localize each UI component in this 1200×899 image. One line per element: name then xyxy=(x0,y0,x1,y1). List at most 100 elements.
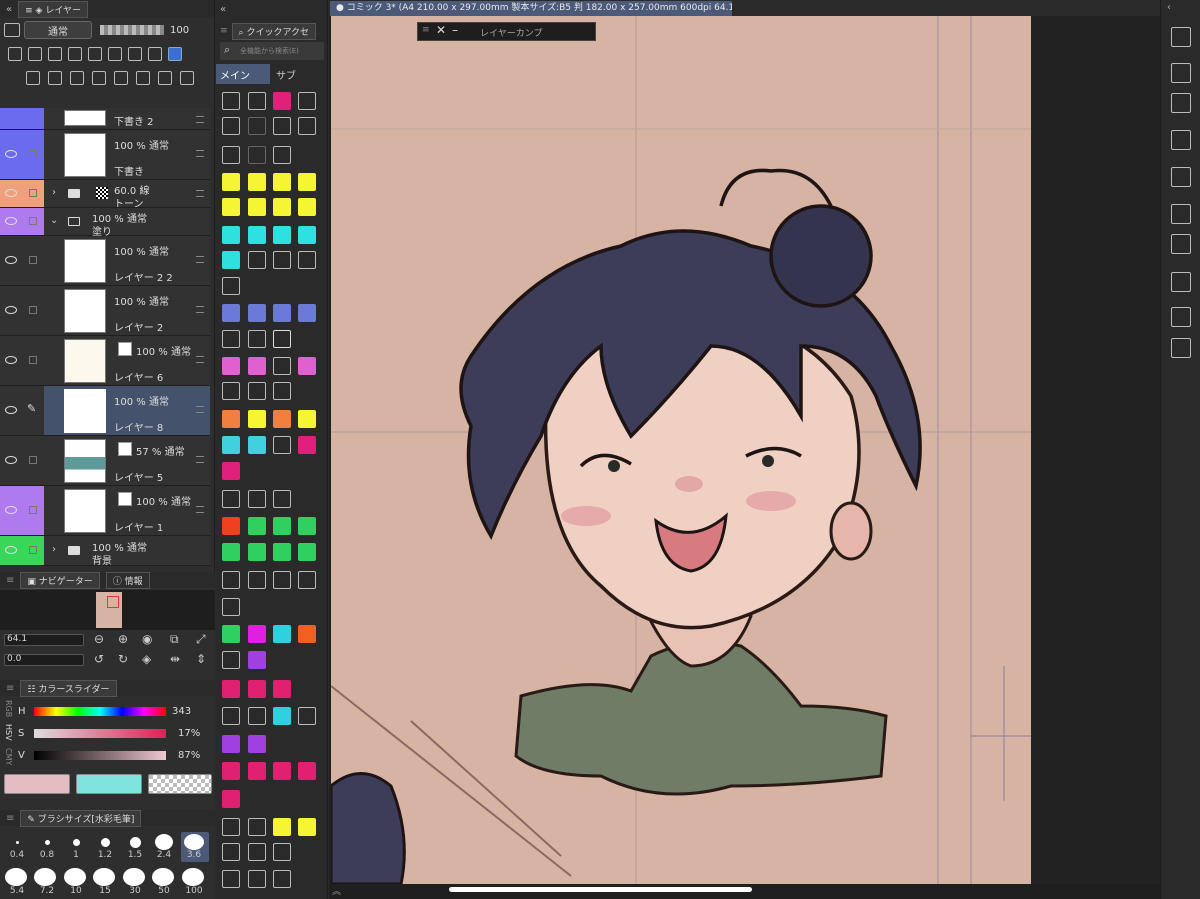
opacity-slider[interactable] xyxy=(100,25,164,35)
storyboard-icon[interactable] xyxy=(1171,234,1191,254)
drag-handle-icon[interactable] xyxy=(196,456,204,463)
flip-vertical-icon[interactable]: ⇕ xyxy=(196,652,206,666)
quick-access-tool-icon[interactable] xyxy=(222,304,240,322)
brush-size-dot[interactable] xyxy=(130,837,141,848)
drag-handle-icon[interactable] xyxy=(196,306,204,313)
brush-size-dot[interactable] xyxy=(64,868,86,886)
quick-access-tool-icon[interactable] xyxy=(273,146,291,164)
brush-size-dot[interactable] xyxy=(16,841,19,844)
quick-access-tool-icon[interactable] xyxy=(222,117,240,135)
fit-icon[interactable]: ◉ xyxy=(142,632,152,646)
eye-icon[interactable] xyxy=(5,546,17,554)
brush-size-label[interactable]: 0.8 xyxy=(34,850,60,860)
zoom-out-icon[interactable]: ⊖ xyxy=(94,632,104,646)
quick-access-tool-icon[interactable] xyxy=(273,357,291,375)
quick-access-tool-icon[interactable] xyxy=(273,226,291,244)
value-slider[interactable] xyxy=(34,751,166,760)
edit-target-icon[interactable] xyxy=(29,256,37,264)
quick-access-tool-icon[interactable] xyxy=(248,146,266,164)
collapse-icon[interactable]: ‹ xyxy=(1167,2,1171,13)
new-folder-icon[interactable] xyxy=(70,71,84,85)
transfer-down-icon[interactable] xyxy=(92,71,106,85)
layer-color-icon[interactable] xyxy=(4,23,20,37)
value-value[interactable]: 87% xyxy=(178,750,200,761)
brush-size-dot[interactable] xyxy=(34,868,56,886)
quick-access-tool-icon[interactable] xyxy=(298,117,316,135)
brush-size-label[interactable]: 7.2 xyxy=(34,886,60,896)
quick-access-tool-icon[interactable] xyxy=(273,382,291,400)
merge-down-icon[interactable] xyxy=(114,71,128,85)
zoom-slider[interactable]: 64.1 xyxy=(4,634,84,646)
hue-value[interactable]: 343 xyxy=(172,706,191,717)
layer-comp-palette[interactable]: ≡ ✕ – レイヤーカンプ xyxy=(417,22,596,41)
layer-row[interactable]: 下書き 2 xyxy=(0,108,210,130)
brush-size-dot[interactable] xyxy=(152,868,174,886)
quick-access-tool-icon[interactable] xyxy=(248,818,266,836)
grid-layout-icon[interactable] xyxy=(1171,27,1191,47)
quick-access-tool-icon[interactable] xyxy=(222,843,240,861)
quick-access-tool-icon[interactable] xyxy=(222,762,240,780)
rotation-slider[interactable]: 0.0 xyxy=(4,654,84,666)
canvas-paper[interactable] xyxy=(331,16,1031,884)
quick-access-tool-icon[interactable] xyxy=(273,762,291,780)
transparent-color-swatch[interactable] xyxy=(148,774,212,794)
close-icon[interactable]: ✕ xyxy=(436,23,446,37)
edit-target-icon[interactable] xyxy=(29,356,37,364)
brush-size-label[interactable]: 10 xyxy=(63,886,89,896)
quick-access-tool-icon[interactable] xyxy=(248,117,266,135)
quick-access-tool-icon[interactable] xyxy=(298,571,316,589)
quick-access-tool-icon[interactable] xyxy=(222,436,240,454)
brush-size-label[interactable]: 50 xyxy=(151,886,177,896)
drag-handle-icon[interactable] xyxy=(196,116,204,123)
animation-icon[interactable] xyxy=(1171,130,1191,150)
layer-row[interactable]: › 60.0 線 トーン xyxy=(0,180,210,210)
quick-access-tool-icon[interactable] xyxy=(273,680,291,698)
draft-layer-icon[interactable] xyxy=(28,47,42,61)
quick-access-tool-icon[interactable] xyxy=(222,251,240,269)
quick-access-tool-icon[interactable] xyxy=(222,571,240,589)
actual-size-icon[interactable]: ⧉ xyxy=(170,632,179,647)
drag-handle-icon[interactable] xyxy=(196,406,204,413)
edit-target-icon[interactable] xyxy=(29,189,37,197)
tool-settings-icon[interactable] xyxy=(1171,272,1191,292)
reference-layer-icon[interactable] xyxy=(8,47,22,61)
layer-row[interactable]: 100 % 通常 下書き xyxy=(0,130,210,180)
quick-access-tool-icon[interactable] xyxy=(298,251,316,269)
brush-size-dot[interactable] xyxy=(182,868,204,886)
eye-icon[interactable] xyxy=(5,456,17,464)
minimize-icon[interactable]: – xyxy=(452,23,458,37)
quick-access-tool-icon[interactable] xyxy=(222,330,240,348)
quick-access-tool-icon[interactable] xyxy=(298,707,316,725)
quick-access-tool-icon[interactable] xyxy=(222,146,240,164)
eye-icon[interactable] xyxy=(5,256,17,264)
quick-access-tool-icon[interactable] xyxy=(298,173,316,191)
quick-access-tool-icon[interactable] xyxy=(222,92,240,110)
edit-target-icon[interactable] xyxy=(29,456,37,464)
layer-row[interactable]: 100 % 通常 レイヤー 1 xyxy=(0,486,210,536)
quick-access-tool-icon[interactable] xyxy=(298,625,316,643)
cmy-mode-tab[interactable]: CMY xyxy=(4,748,13,765)
quick-access-tool-icon[interactable] xyxy=(273,251,291,269)
layer-row[interactable]: 100 % 通常 レイヤー 6 xyxy=(0,336,210,386)
reset-rotation-icon[interactable]: ◈ xyxy=(142,652,151,666)
saturation-slider[interactable] xyxy=(34,729,166,738)
edit-target-icon[interactable] xyxy=(29,150,37,158)
brush-size-dot[interactable] xyxy=(93,868,115,886)
quick-access-tool-icon[interactable] xyxy=(248,870,266,888)
collapse-icon[interactable]: « xyxy=(220,4,226,15)
quick-access-tool-icon[interactable] xyxy=(222,735,240,753)
rotate-left-icon[interactable]: ↺ xyxy=(94,652,104,666)
drag-handle-icon[interactable] xyxy=(196,356,204,363)
quick-access-tool-icon[interactable] xyxy=(298,198,316,216)
quick-access-tool-icon[interactable] xyxy=(273,436,291,454)
new-vector-layer-icon[interactable] xyxy=(48,71,62,85)
expand-up-icon[interactable]: ︽ xyxy=(332,884,341,897)
quick-access-tool-icon[interactable] xyxy=(298,92,316,110)
brush-size-dot[interactable] xyxy=(101,838,110,847)
timeline-icon[interactable] xyxy=(1171,204,1191,224)
quick-access-tool-icon[interactable] xyxy=(273,571,291,589)
fit-window-icon[interactable]: ⤢ xyxy=(196,632,206,647)
quick-access-tool-icon[interactable] xyxy=(248,490,266,508)
layer-row[interactable]: 100 % 通常 レイヤー 2 xyxy=(0,286,210,336)
quick-access-tab[interactable]: ⌕ クイックアクセ xyxy=(231,22,317,40)
